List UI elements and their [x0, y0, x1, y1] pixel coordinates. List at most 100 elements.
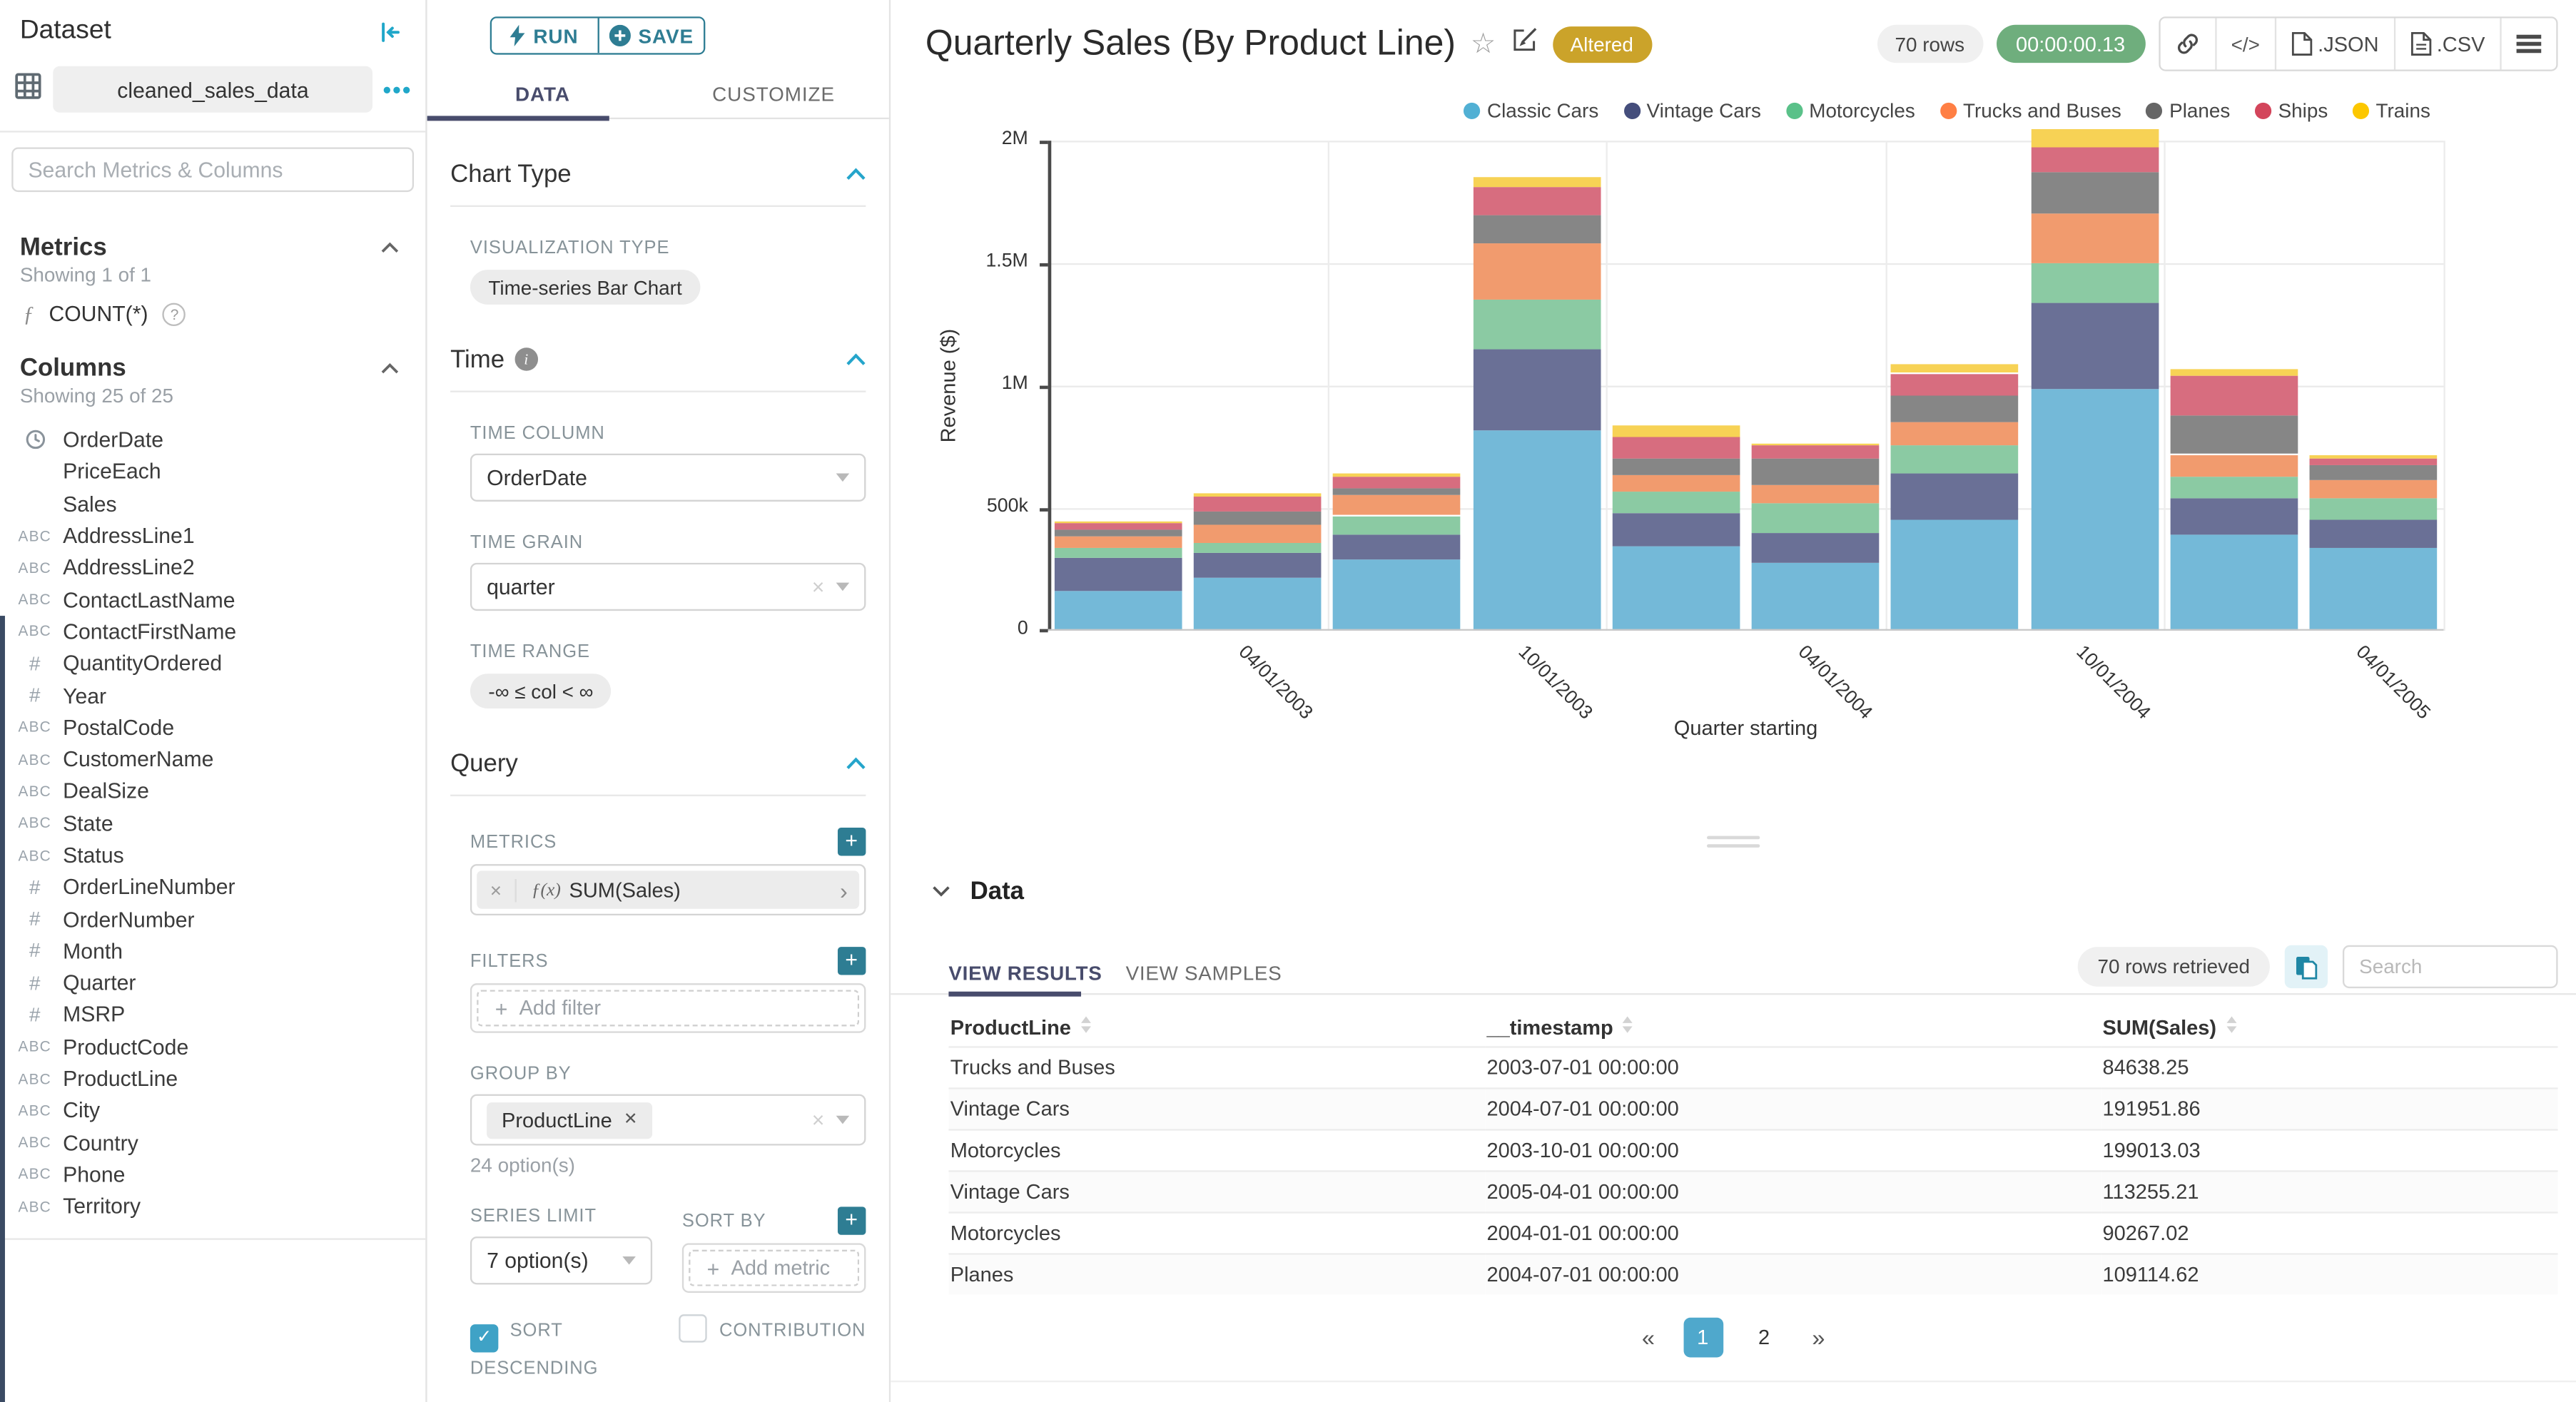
bar-segment-trucks-and-buses[interactable]	[1333, 494, 1461, 516]
bar-segment-planes[interactable]	[1472, 214, 1601, 244]
column-item[interactable]: # Month	[0, 935, 425, 967]
question-circle-icon[interactable]: ?	[163, 302, 186, 325]
bar-segment-trains[interactable]	[2031, 128, 2159, 148]
bar-segment-trains[interactable]	[1751, 442, 1880, 446]
stacked-bar[interactable]	[1751, 141, 1880, 631]
group-by-chip[interactable]: ProductLine ✕	[487, 1102, 653, 1139]
stacked-bar[interactable]	[1612, 141, 1740, 631]
bar-segment-planes[interactable]	[1193, 510, 1322, 526]
bar-segment-trucks-and-buses[interactable]	[1472, 243, 1601, 300]
bar-segment-planes[interactable]	[1053, 529, 1182, 537]
bar-segment-classic-cars[interactable]	[2310, 547, 2438, 631]
bar-segment-ships[interactable]	[1612, 437, 1740, 459]
chevron-up-icon[interactable]	[846, 748, 866, 778]
bar-segment-trucks-and-buses[interactable]	[1612, 474, 1740, 492]
bar-segment-ships[interactable]	[1472, 187, 1601, 215]
bar-segment-vintage-cars[interactable]	[1193, 552, 1322, 579]
bar-segment-vintage-cars[interactable]	[1472, 349, 1601, 430]
add-metric-plus-button[interactable]: +	[837, 828, 866, 856]
bar-segment-vintage-cars[interactable]	[2031, 303, 2159, 390]
column-item[interactable]: ABC ProductCode	[0, 1031, 425, 1063]
chevron-up-icon[interactable]	[846, 159, 866, 189]
save-button[interactable]: SAVE	[597, 18, 704, 54]
stacked-bar[interactable]	[2170, 141, 2298, 631]
chevron-right-icon[interactable]: ›	[828, 876, 859, 903]
bar-segment-trains[interactable]	[1891, 363, 2019, 373]
bar-segment-trains[interactable]	[1333, 472, 1461, 477]
tab-customize[interactable]: CUSTOMIZE	[658, 69, 889, 117]
bar-segment-trucks-and-buses[interactable]	[2031, 214, 2159, 263]
bar-segment-motorcycles[interactable]	[1472, 300, 1601, 350]
bar-segment-trucks-and-buses[interactable]	[1891, 422, 2019, 446]
bar-segment-vintage-cars[interactable]	[1053, 558, 1182, 591]
table-search-input[interactable]	[2342, 945, 2558, 989]
bar-segment-motorcycles[interactable]	[1333, 515, 1461, 536]
bar-segment-classic-cars[interactable]	[2170, 535, 2298, 631]
bar-segment-planes[interactable]	[1751, 459, 1880, 485]
column-item[interactable]: # OrderNumber	[0, 903, 425, 935]
column-item[interactable]: ABC Phone	[0, 1159, 425, 1191]
bar-segment-ships[interactable]	[1053, 523, 1182, 529]
page-button-1[interactable]: 1	[1683, 1317, 1723, 1358]
bar-segment-classic-cars[interactable]	[1053, 590, 1182, 631]
bar-segment-classic-cars[interactable]	[1612, 546, 1740, 631]
bar-segment-ships[interactable]	[2170, 375, 2298, 415]
column-item[interactable]: ABC Status	[0, 839, 425, 871]
bar-segment-classic-cars[interactable]	[1193, 578, 1322, 631]
next-page-button[interactable]: »	[1805, 1324, 1832, 1351]
tab-view-samples[interactable]: VIEW SAMPLES	[1126, 950, 1282, 995]
column-item[interactable]: PriceEach	[0, 456, 425, 488]
remove-chip-icon[interactable]: ✕	[624, 1111, 637, 1129]
column-item[interactable]: ABC DealSize	[0, 775, 425, 807]
bar-segment-motorcycles[interactable]	[1193, 542, 1322, 553]
bar-segment-trains[interactable]	[1472, 178, 1601, 188]
bar-segment-trucks-and-buses[interactable]	[2310, 479, 2438, 499]
column-item[interactable]: Sales	[0, 487, 425, 519]
run-button[interactable]: RUN	[492, 18, 597, 54]
info-icon[interactable]: i	[514, 347, 538, 371]
chevron-up-icon[interactable]	[381, 352, 400, 382]
page-button-2[interactable]: 2	[1744, 1318, 1784, 1358]
stacked-bar[interactable]	[1053, 141, 1182, 631]
bar-segment-trucks-and-buses[interactable]	[1053, 536, 1182, 549]
share-link-button[interactable]	[2159, 18, 2215, 70]
window-edge-scrollbar[interactable]	[0, 616, 5, 1402]
bar-segment-motorcycles[interactable]	[2031, 263, 2159, 304]
sort-descending-checkbox[interactable]: ✓	[470, 1324, 499, 1353]
series-limit-select[interactable]: 7 option(s)	[470, 1236, 653, 1285]
clear-icon[interactable]: ×	[812, 1107, 825, 1132]
viz-type-value[interactable]: Time-series Bar Chart	[470, 270, 701, 305]
bar-segment-ships[interactable]	[1193, 497, 1322, 511]
bar-segment-vintage-cars[interactable]	[1891, 473, 2019, 521]
column-item[interactable]: # OrderLineNumber	[0, 871, 425, 903]
column-item[interactable]: # QuantityOrdered	[0, 647, 425, 679]
clear-icon[interactable]: ×	[812, 574, 825, 599]
column-item[interactable]: ABC City	[0, 1094, 425, 1127]
stacked-bar[interactable]	[1193, 141, 1322, 631]
bar-segment-ships[interactable]	[2031, 148, 2159, 173]
bar-segment-planes[interactable]	[1333, 488, 1461, 495]
bar-segment-classic-cars[interactable]	[1751, 562, 1880, 631]
time-column-select[interactable]: OrderDate	[470, 453, 866, 502]
chart-title[interactable]: Quarterly Sales (By Product Line)	[926, 23, 1456, 64]
bar-segment-trains[interactable]	[2310, 455, 2438, 459]
bar-segment-trucks-and-buses[interactable]	[1193, 525, 1322, 543]
bar-segment-ships[interactable]	[2310, 458, 2438, 466]
remove-metric-icon[interactable]: ×	[477, 878, 517, 902]
bar-segment-vintage-cars[interactable]	[2170, 498, 2298, 536]
column-item[interactable]: ABC Territory	[0, 1190, 425, 1222]
column-item[interactable]: ABC AddressLine1	[0, 519, 425, 552]
bar-segment-motorcycles[interactable]	[1751, 503, 1880, 533]
bar-segment-planes[interactable]	[2170, 415, 2298, 454]
stacked-bar[interactable]	[1891, 141, 2019, 631]
bar-segment-motorcycles[interactable]	[1053, 548, 1182, 559]
dataset-name[interactable]: cleaned_sales_data	[53, 66, 373, 113]
stacked-bar[interactable]	[2031, 128, 2159, 631]
column-item[interactable]: ABC ContactLastName	[0, 584, 425, 616]
view-query-button[interactable]: </>	[2214, 18, 2275, 70]
chevron-up-icon[interactable]	[381, 232, 400, 262]
copy-data-button[interactable]	[2284, 945, 2328, 989]
bar-segment-ships[interactable]	[1333, 476, 1461, 489]
bar-segment-classic-cars[interactable]	[1891, 520, 2019, 631]
stacked-bar[interactable]	[2310, 141, 2438, 631]
